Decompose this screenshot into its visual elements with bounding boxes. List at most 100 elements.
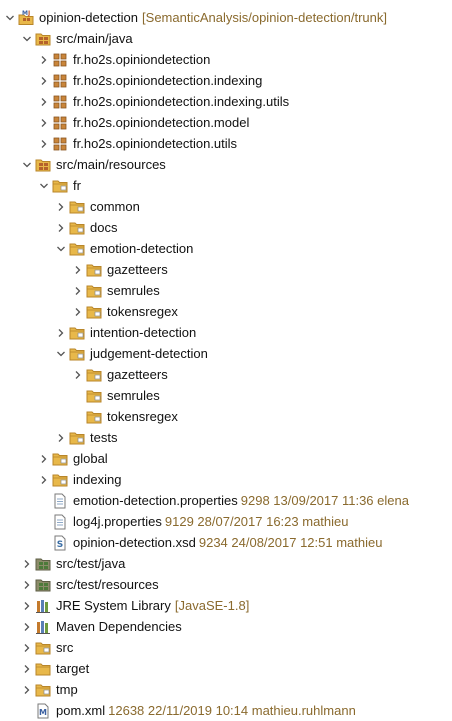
folder-icon	[69, 430, 85, 446]
collapse-chevron-icon[interactable]	[38, 180, 50, 192]
expand-chevron-icon[interactable]	[38, 474, 50, 486]
expand-chevron-icon[interactable]	[21, 684, 33, 696]
maven-pom-file-icon: M	[35, 703, 51, 719]
tree-item[interactable]: tmp	[21, 679, 78, 700]
tree-item[interactable]: fr.ho2s.opiniondetection.utils	[38, 133, 237, 154]
expand-chevron-icon[interactable]	[21, 621, 33, 633]
tree-item[interactable]: log4j.properties 9129 28/07/2017 16:23 ma…	[38, 511, 349, 532]
tree-item-label: emotion-detection.properties	[73, 493, 238, 508]
tree-item-label: JRE System Library	[56, 598, 171, 613]
tree-item[interactable]: src/main/java	[21, 28, 133, 49]
tree-item[interactable]: fr.ho2s.opiniondetection	[38, 49, 210, 70]
package-icon	[52, 115, 68, 131]
tree-item-label: fr.ho2s.opiniondetection.utils	[73, 136, 238, 151]
tree-item[interactable]: emotion-detection	[55, 238, 193, 259]
folder-icon	[35, 682, 51, 698]
folder-icon	[69, 346, 85, 362]
tree-item[interactable]: docs	[55, 217, 117, 238]
tree-item[interactable]: src/main/resources	[21, 154, 166, 175]
collapse-chevron-icon[interactable]	[4, 12, 16, 24]
tree-item[interactable]: src	[21, 637, 73, 658]
svn-repository-decoration: [SemanticAnalysis/opinion-detection/trun…	[142, 10, 387, 25]
tree-item[interactable]: src/test/java	[21, 553, 125, 574]
expand-chevron-icon[interactable]	[38, 75, 50, 87]
tree-item[interactable]: target	[21, 658, 89, 679]
tree-item[interactable]: semrules	[72, 280, 160, 301]
expand-chevron-icon[interactable]	[21, 663, 33, 675]
expand-chevron-icon[interactable]	[38, 138, 50, 150]
tree-item-label: src/main/resources	[56, 157, 166, 172]
collapse-chevron-icon[interactable]	[55, 348, 67, 360]
tree-item-label: tmp	[56, 682, 78, 697]
folder-icon	[52, 178, 68, 194]
collapse-chevron-icon[interactable]	[21, 159, 33, 171]
tree-item-label: src/main/java	[56, 31, 133, 46]
source-folder-icon	[35, 157, 51, 173]
expand-chevron-icon[interactable]	[21, 558, 33, 570]
tree-item[interactable]: common	[55, 196, 140, 217]
tree-item[interactable]: global	[38, 448, 108, 469]
tree-item[interactable]: gazetteers	[72, 259, 168, 280]
tree-item-label: global	[73, 451, 108, 466]
expand-chevron-icon[interactable]	[72, 306, 84, 318]
expand-chevron-icon[interactable]	[38, 117, 50, 129]
folder-icon	[69, 325, 85, 341]
tree-item-label: log4j.properties	[73, 514, 162, 529]
tree-item[interactable]: Mpom.xml 12638 22/11/2019 10:14 mathieu.r…	[21, 700, 356, 721]
properties-file-icon	[52, 514, 68, 530]
tree-item-label: opinion-detection.xsd	[73, 535, 196, 550]
tree-item[interactable]: fr.ho2s.opiniondetection.indexing.utils	[38, 91, 289, 112]
tree-item[interactable]: emotion-detection.properties 9298 13/09/2…	[38, 490, 409, 511]
tree-item-label: src/test/resources	[56, 577, 159, 592]
tree-item[interactable]: Sopinion-detection.xsd 9234 24/08/2017 12…	[38, 532, 382, 553]
tree-item[interactable]: JRE System Library [JavaSE-1.8]	[21, 595, 249, 616]
expand-chevron-icon[interactable]	[72, 369, 84, 381]
tree-item[interactable]: tokensregex	[72, 406, 178, 427]
expand-chevron-icon[interactable]	[55, 201, 67, 213]
tree-item-label: tokensregex	[107, 409, 178, 424]
tree-item-label: target	[56, 661, 90, 676]
folder-icon	[35, 640, 51, 656]
test-source-folder-icon	[35, 556, 51, 572]
expand-chevron-icon[interactable]	[21, 579, 33, 591]
tree-item[interactable]: src/test/resources	[21, 574, 159, 595]
expand-chevron-icon[interactable]	[38, 96, 50, 108]
tree-item-label: fr.ho2s.opiniondetection.model	[73, 115, 250, 130]
expand-chevron-icon[interactable]	[38, 54, 50, 66]
expand-chevron-icon[interactable]	[55, 327, 67, 339]
tree-item[interactable]: fr	[38, 175, 81, 196]
expand-chevron-icon[interactable]	[55, 432, 67, 444]
tree-item[interactable]: judgement-detection	[55, 343, 208, 364]
tree-item-label: tokensregex	[107, 304, 178, 319]
tree-item-label: judgement-detection	[90, 346, 208, 361]
collapse-chevron-icon[interactable]	[55, 243, 67, 255]
folder-icon	[86, 283, 102, 299]
tree-item[interactable]: intention-detection	[55, 322, 196, 343]
tree-item[interactable]: gazetteers	[72, 364, 168, 385]
expand-chevron-icon[interactable]	[55, 222, 67, 234]
library-icon	[35, 619, 51, 635]
tree-item[interactable]: semrules	[72, 385, 160, 406]
expand-chevron-icon[interactable]	[72, 285, 84, 297]
xsd-file-icon: S	[52, 535, 68, 551]
tree-item[interactable]: fr.ho2s.opiniondetection.model	[38, 112, 249, 133]
no-twisty-spacer	[38, 537, 50, 549]
tree-item[interactable]: indexing	[38, 469, 121, 490]
folder-icon	[52, 451, 68, 467]
tree-item[interactable]: Maven Dependencies	[21, 616, 182, 637]
tree-item-label: gazetteers	[107, 367, 168, 382]
no-twisty-spacer	[38, 516, 50, 528]
svg-text:M: M	[39, 708, 47, 717]
tree-item[interactable]: tokensregex	[72, 301, 178, 322]
project-explorer-tree: M Jopinion-detection [SemanticAnalysis/opi…	[0, 0, 452, 718]
expand-chevron-icon[interactable]	[72, 264, 84, 276]
expand-chevron-icon[interactable]	[38, 453, 50, 465]
tree-item[interactable]: tests	[55, 427, 117, 448]
collapse-chevron-icon[interactable]	[21, 33, 33, 45]
tree-item-label: src/test/java	[56, 556, 126, 571]
expand-chevron-icon[interactable]	[21, 600, 33, 612]
tree-item[interactable]: M J opinion-detection [SemanticAnalysis/opi…	[4, 7, 387, 28]
tree-item[interactable]: fr.ho2s.opiniondetection.indexing	[38, 70, 262, 91]
no-twisty-spacer	[21, 705, 33, 717]
expand-chevron-icon[interactable]	[21, 642, 33, 654]
